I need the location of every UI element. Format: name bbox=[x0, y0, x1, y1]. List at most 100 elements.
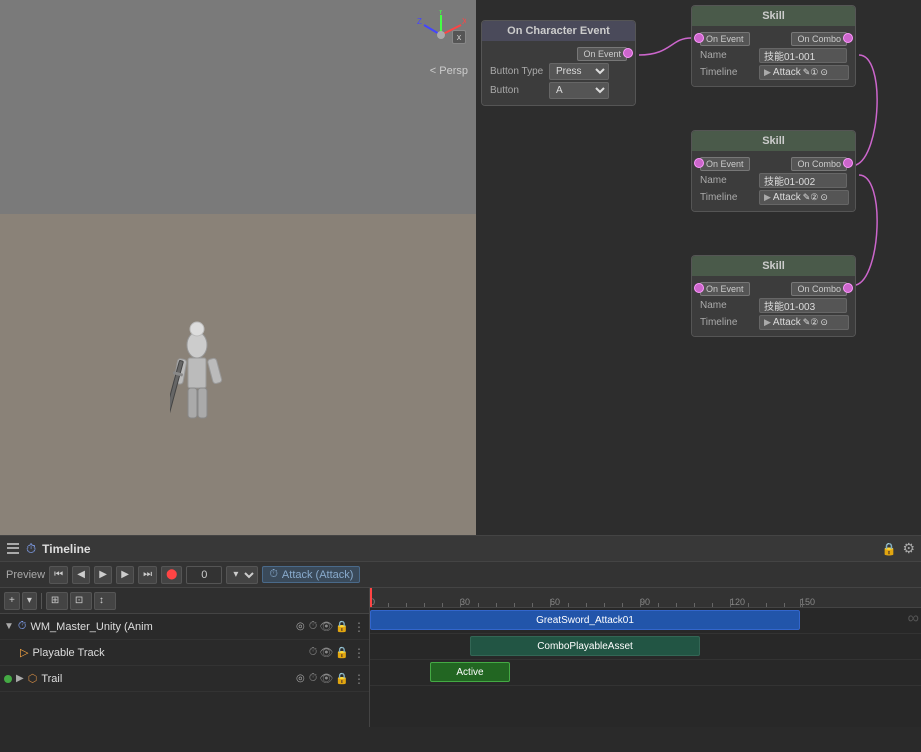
time-ruler: 0 30 60 90 120 150 bbox=[370, 588, 921, 608]
clip-greatsword[interactable]: GreatSword_Attack01 bbox=[370, 610, 800, 630]
track-content-row-trail: Active bbox=[370, 660, 921, 686]
track-active-dot-trail bbox=[4, 675, 12, 683]
track-type-icon-playable: ▷ bbox=[20, 646, 28, 659]
skill3-on-combo-port-right[interactable] bbox=[843, 283, 853, 293]
skill1-on-event-port-left[interactable] bbox=[694, 33, 704, 43]
node-char-event-header: On Character Event bbox=[482, 21, 635, 41]
skill1-node[interactable]: Skill On Event On Combo Name Timeline ▶ … bbox=[691, 5, 856, 87]
toolbar-divider bbox=[41, 593, 42, 609]
track-fold-trail[interactable]: ▶ bbox=[16, 673, 24, 684]
track-name-anim: WM_Master_Unity (Anim bbox=[31, 621, 293, 633]
track-lock-trail[interactable]: 🔒 bbox=[335, 672, 349, 685]
skill3-timeline-row: Timeline ▶ Attack ✎② ⊙ bbox=[700, 315, 847, 330]
skill3-name-input[interactable] bbox=[759, 298, 847, 313]
playhead[interactable] bbox=[370, 588, 372, 607]
track-mute-trail[interactable]: 👁 bbox=[319, 672, 333, 685]
viewport-panel: X Y Z x < Persp bbox=[0, 0, 476, 535]
skill2-body: On Event On Combo Name Timeline ▶ Attack… bbox=[692, 151, 855, 211]
track-lock-playable[interactable]: 🔒 bbox=[335, 646, 349, 659]
timeline-lock-icon[interactable]: 🔒 bbox=[881, 542, 896, 556]
skill1-name-input[interactable] bbox=[759, 48, 847, 63]
skill3-node[interactable]: Skill On Event On Combo Name Timeline ▶ … bbox=[691, 255, 856, 337]
track-icons-trail: ⏱ 👁 🔒 bbox=[309, 672, 349, 685]
play-button[interactable]: ▶ bbox=[94, 566, 112, 584]
on-event-port[interactable] bbox=[623, 48, 633, 58]
skill2-node[interactable]: Skill On Event On Combo Name Timeline ▶ … bbox=[691, 130, 856, 212]
node-graph-panel: On Character Event On Event Button Type … bbox=[476, 0, 921, 535]
skill2-header: Skill bbox=[692, 131, 855, 151]
frame-input[interactable] bbox=[186, 566, 222, 584]
track-icons-anim: ⏱ 👁 🔒 bbox=[309, 620, 349, 633]
button-type-select[interactable]: Press bbox=[549, 63, 609, 80]
timeline-title-icon: ⏱ bbox=[26, 541, 36, 557]
add-track-dropdown[interactable]: ▾ bbox=[22, 592, 37, 610]
skill2-name-input[interactable] bbox=[759, 173, 847, 188]
viewport-floor bbox=[0, 214, 476, 535]
track-name-trail: Trail bbox=[41, 673, 292, 685]
viewport-sky bbox=[0, 0, 476, 214]
ripple-button[interactable]: ⊡ bbox=[70, 592, 92, 610]
skill1-body: On Event On Combo Name Timeline ▶ Attack… bbox=[692, 26, 855, 86]
next-frame-button[interactable]: ▶ bbox=[116, 566, 134, 584]
track-label-row-anim: ▼ ⏱ WM_Master_Unity (Anim ◎ ⏱ 👁 🔒 ⋮ bbox=[0, 614, 369, 640]
svg-text:X: X bbox=[462, 17, 466, 26]
skill2-on-event-port-left[interactable] bbox=[694, 158, 704, 168]
skill1-header: Skill bbox=[692, 6, 855, 26]
skill1-name-row: Name bbox=[700, 48, 847, 63]
goto-end-button[interactable]: ⏭ bbox=[138, 566, 157, 584]
track-menu-playable[interactable]: ⋮ bbox=[353, 646, 365, 660]
skill3-name-row: Name bbox=[700, 298, 847, 313]
track-type-icon-anim: ⏱ bbox=[18, 620, 27, 633]
clip-combo[interactable]: ComboPlayableAsset bbox=[470, 636, 700, 656]
attack-label-box[interactable]: ⏱ Attack (Attack) bbox=[262, 566, 360, 583]
timeline-panel: ⏱ Timeline 🔒 ⚙ Preview ⏮ ◀ ▶ ▶ ⏭ ⬤ ▾ ⏱ A… bbox=[0, 535, 921, 752]
skill2-on-combo-port-right[interactable] bbox=[843, 158, 853, 168]
track-labels-panel: + ▾ ⊞ ⊡ ↕ ▼ ⏱ WM_Master_Unity (Anim ◎ ⏱ … bbox=[0, 588, 370, 727]
on-event-badge: On Event bbox=[577, 47, 627, 61]
track-menu-trail[interactable]: ⋮ bbox=[353, 672, 365, 686]
track-mute-anim[interactable]: 👁 bbox=[319, 620, 333, 633]
timeline-title-text: Timeline bbox=[42, 542, 90, 556]
button-select[interactable]: A bbox=[549, 82, 609, 99]
track-record-anim[interactable]: ⏱ bbox=[309, 620, 318, 633]
track-label-row-playable: ▷ Playable Track ⏱ 👁 🔒 ⋮ bbox=[0, 640, 369, 666]
on-character-event-node[interactable]: On Character Event On Event Button Type … bbox=[481, 20, 636, 106]
button-type-row: Button Type Press bbox=[490, 63, 627, 80]
close-button[interactable]: x bbox=[452, 30, 466, 44]
frame-dropdown[interactable]: ▾ bbox=[226, 566, 258, 584]
prev-frame-button[interactable]: ◀ bbox=[72, 566, 90, 584]
snap-button[interactable]: ⊞ bbox=[46, 592, 68, 610]
button-row: Button A bbox=[490, 82, 627, 99]
timeline-titlebar: ⏱ Timeline 🔒 ⚙ bbox=[0, 536, 921, 562]
skill3-timeline-field[interactable]: ▶ Attack ✎② ⊙ bbox=[759, 315, 849, 330]
track-mute-playable[interactable]: 👁 bbox=[319, 646, 333, 659]
track-fold-anim[interactable]: ▼ bbox=[4, 621, 14, 632]
track-content-row-anim: GreatSword_Attack01 ∞ bbox=[370, 608, 921, 634]
attack-icon: ⏱ bbox=[269, 568, 278, 581]
skill1-on-combo-badge: On Combo bbox=[791, 32, 847, 46]
skill2-on-combo-badge: On Combo bbox=[791, 157, 847, 171]
track-lock-anim[interactable]: 🔒 bbox=[335, 620, 349, 633]
cursor-button[interactable]: ↕ bbox=[94, 592, 116, 610]
svg-text:Y: Y bbox=[438, 10, 444, 16]
track-record-trail[interactable]: ⏱ bbox=[309, 672, 318, 685]
track-name-playable: Playable Track bbox=[32, 647, 304, 659]
track-record-playable[interactable]: ⏱ bbox=[309, 646, 318, 659]
record-button[interactable]: ⬤ bbox=[161, 566, 182, 584]
track-label-row-trail: ▶ ⬡ Trail ◎ ⏱ 👁 🔒 ⋮ bbox=[0, 666, 369, 692]
skill1-on-combo-port-right[interactable] bbox=[843, 33, 853, 43]
timeline-settings-icon[interactable]: ⚙ bbox=[902, 540, 915, 557]
skill3-on-event-port-left[interactable] bbox=[694, 283, 704, 293]
skill1-on-event-badge: On Event bbox=[700, 32, 750, 46]
clip-active[interactable]: Active bbox=[430, 662, 510, 682]
preview-label: Preview bbox=[6, 569, 45, 581]
track-menu-anim[interactable]: ⋮ bbox=[353, 620, 365, 634]
track-type-icon-trail: ⬡ bbox=[28, 672, 38, 685]
add-track-button[interactable]: + bbox=[4, 592, 20, 610]
skill2-timeline-field[interactable]: ▶ Attack ✎② ⊙ bbox=[759, 190, 849, 205]
goto-start-button[interactable]: ⏮ bbox=[49, 566, 68, 584]
timeline-menu-icon[interactable] bbox=[6, 542, 20, 556]
skill1-timeline-field[interactable]: ▶ Attack ✎① ⊙ bbox=[759, 65, 849, 80]
node-char-event-body: On Event Button Type Press Button A bbox=[482, 41, 635, 105]
track-content-panel: 0 30 60 90 120 150 bbox=[370, 588, 921, 727]
